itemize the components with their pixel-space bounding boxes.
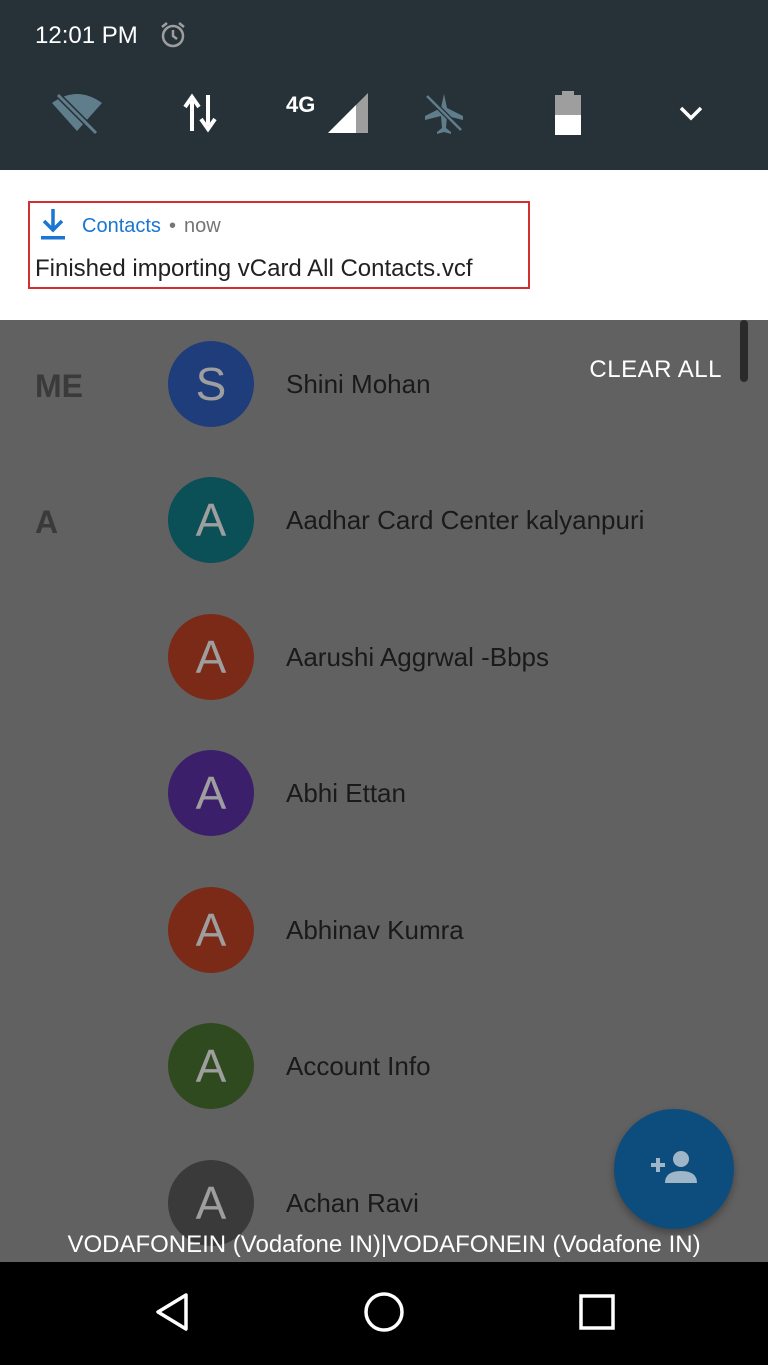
- notification-time: now: [183, 214, 221, 237]
- contact-name: Achan Ravi: [286, 1187, 419, 1218]
- contact-item[interactable]: A Account Info: [168, 1023, 768, 1109]
- section-header-me: ME: [35, 368, 83, 404]
- contact-name: Abhinav Kumra: [286, 914, 464, 945]
- avatar: A: [168, 1023, 254, 1109]
- notification-panel: Contacts • now Finished importing vCard …: [0, 170, 768, 320]
- scrollbar[interactable]: [740, 320, 748, 382]
- battery-icon[interactable]: [552, 88, 584, 138]
- notification-header: Contacts • now: [40, 207, 221, 246]
- avatar: A: [168, 750, 254, 836]
- recents-icon: [577, 1292, 617, 1337]
- avatar: A: [168, 614, 254, 700]
- contact-name: Aarushi Aggrwal -Bbps: [286, 641, 550, 672]
- clear-all-button[interactable]: CLEAR ALL: [589, 356, 722, 384]
- download-icon: [40, 207, 66, 246]
- contact-item[interactable]: S Shini Mohan: [168, 341, 768, 427]
- notification-separator: •: [168, 214, 176, 237]
- recents-button[interactable]: [571, 1288, 623, 1340]
- contact-item[interactable]: A Abhi Ettan: [168, 750, 768, 836]
- back-icon: [152, 1291, 192, 1338]
- contact-item[interactable]: A Aadhar Card Center kalyanpuri: [168, 477, 768, 563]
- back-button[interactable]: [146, 1288, 198, 1340]
- notification-text: Finished importing vCard All Contacts.vc…: [35, 255, 473, 282]
- status-time: 12:01 PM: [35, 22, 138, 49]
- contact-item[interactable]: A Aarushi Aggrwal -Bbps: [168, 614, 768, 700]
- notification-shade-header: 12:01 PM 4G: [0, 0, 768, 170]
- chevron-down-icon[interactable]: [676, 88, 706, 138]
- avatar: S: [168, 341, 254, 427]
- contact-item[interactable]: A Abhinav Kumra: [168, 887, 768, 973]
- network-type-label: 4G: [286, 92, 316, 117]
- home-icon: [362, 1290, 406, 1339]
- cell-signal-icon[interactable]: [326, 88, 370, 138]
- contact-name: Account Info: [286, 1050, 431, 1081]
- carrier-label: VODAFONEIN (Vodafone IN)|VODAFONEIN (Vod…: [67, 1231, 701, 1258]
- notification-app-name: Contacts: [82, 214, 161, 237]
- avatar: A: [168, 887, 254, 973]
- section-header-a: A: [35, 504, 59, 540]
- add-person-icon: [649, 1149, 699, 1190]
- wifi-off-icon[interactable]: [50, 88, 104, 138]
- navigation-bar: [0, 1262, 768, 1365]
- contact-name: Aadhar Card Center kalyanpuri: [286, 504, 645, 535]
- contacts-notification[interactable]: Contacts • now Finished importing vCard …: [28, 201, 530, 289]
- contact-name: Shini Mohan: [286, 368, 431, 399]
- avatar: A: [168, 477, 254, 563]
- data-transfer-icon[interactable]: [180, 88, 220, 138]
- add-contact-button[interactable]: [614, 1109, 734, 1229]
- home-button[interactable]: [358, 1288, 410, 1340]
- alarm-icon: [158, 20, 188, 50]
- airplane-mode-icon[interactable]: [420, 88, 468, 138]
- contact-name: Abhi Ettan: [286, 777, 406, 808]
